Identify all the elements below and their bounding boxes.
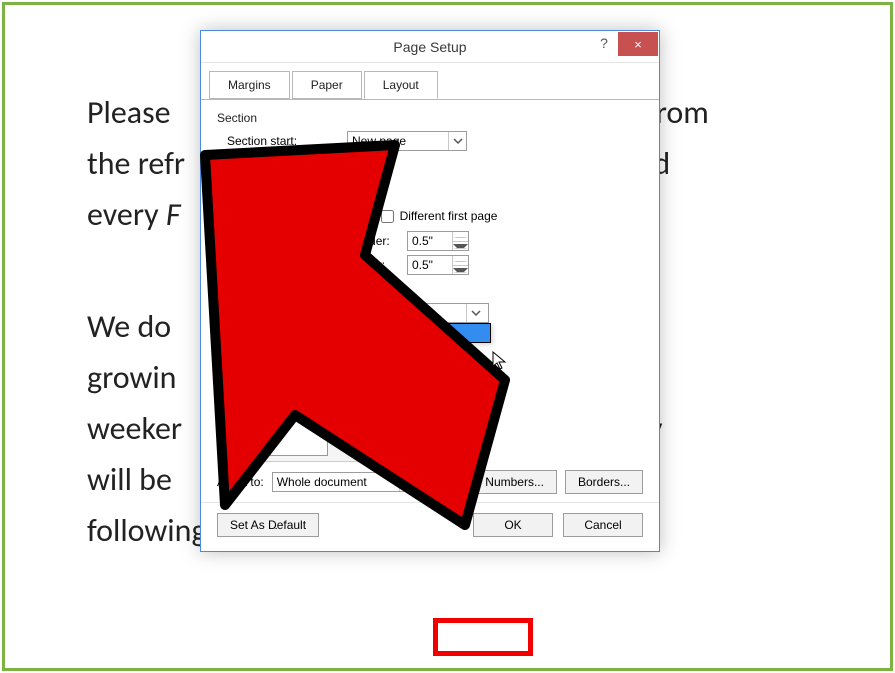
- page-group-label: Pag: [217, 285, 643, 299]
- tab-paper[interactable]: Paper: [292, 71, 362, 99]
- spinner-down-icon[interactable]: [453, 266, 468, 275]
- different-first-page-checkbox[interactable]: [381, 210, 394, 223]
- headers-footers-label: Headers and footers: [217, 187, 643, 201]
- bg-text: every: [87, 195, 166, 234]
- from-edge-label: From edge:: [217, 234, 347, 248]
- section-start-combo[interactable]: [347, 131, 467, 151]
- apply-to-label: Apply to:: [217, 475, 264, 489]
- footer-value[interactable]: [408, 256, 452, 274]
- section-start-value[interactable]: [348, 132, 448, 150]
- layout-pane: Section Section start: Suppress endnotes…: [201, 99, 659, 502]
- different-odd-even-label: Different odd and even: [246, 209, 367, 223]
- dialog-titlebar[interactable]: Page Setup ? ×: [201, 31, 659, 63]
- different-odd-even-checkbox[interactable]: [227, 210, 240, 223]
- vertical-alignment-combo[interactable]: [347, 303, 489, 323]
- header-value[interactable]: [408, 232, 452, 250]
- preview-box: [247, 377, 387, 462]
- help-button[interactable]: ?: [591, 35, 617, 57]
- chevron-down-icon[interactable]: [399, 473, 417, 491]
- close-button[interactable]: ×: [618, 32, 658, 56]
- bg-text: weeker: [87, 409, 182, 448]
- preview-label: Preview: [217, 359, 643, 373]
- bg-text: Please: [87, 93, 171, 132]
- footer-label: Footer:: [347, 258, 407, 272]
- vertical-alignment-label: Verti: [217, 306, 347, 320]
- cancel-button[interactable]: Cancel: [563, 513, 643, 537]
- spinner-up-icon[interactable]: [453, 232, 468, 242]
- bg-text: growin: [87, 358, 176, 397]
- section-group-label: Section: [217, 111, 643, 125]
- borders-button[interactable]: Borders...: [565, 470, 643, 494]
- bg-text: We do: [87, 307, 171, 346]
- apply-to-combo[interactable]: [272, 472, 422, 492]
- suppress-endnotes-checkbox: [227, 160, 240, 173]
- page-setup-dialog: Page Setup ? × Margins Paper Layout Sect…: [200, 30, 660, 552]
- dropdown-option-top[interactable]: Top: [348, 324, 490, 342]
- bg-text-italic: F: [166, 195, 181, 234]
- page-frame: Please od from the refr y and every F We…: [2, 2, 893, 671]
- set-as-default-button[interactable]: Set As Default: [217, 513, 319, 537]
- dialog-footer: Set As Default OK Cancel: [201, 502, 659, 551]
- different-first-page-label: Different first page: [400, 209, 498, 223]
- preview-page-icon: [270, 384, 328, 456]
- header-spinner[interactable]: [407, 231, 469, 251]
- spinner-up-icon[interactable]: [453, 256, 468, 266]
- line-numbers-button[interactable]: Line Numbers...: [446, 470, 557, 494]
- cursor-icon: [492, 351, 508, 371]
- spinner-down-icon[interactable]: [453, 242, 468, 251]
- chevron-down-icon[interactable]: [466, 304, 484, 322]
- tab-strip: Margins Paper Layout: [201, 63, 659, 100]
- footer-spinner[interactable]: [407, 255, 469, 275]
- tab-margins[interactable]: Margins: [209, 71, 290, 99]
- ok-button[interactable]: OK: [473, 513, 553, 537]
- bg-text: will be: [87, 460, 172, 499]
- section-start-label: Section start:: [217, 134, 347, 148]
- tab-layout[interactable]: Layout: [364, 71, 438, 99]
- header-label: Header:: [347, 234, 407, 248]
- close-icon: ×: [634, 37, 642, 52]
- suppress-endnotes-label: Suppress endnotes: [246, 159, 349, 173]
- apply-to-value[interactable]: [273, 473, 399, 491]
- vertical-alignment-value[interactable]: [348, 304, 466, 322]
- vertical-alignment-dropdown[interactable]: Top: [347, 323, 491, 343]
- chevron-down-icon[interactable]: [448, 132, 466, 150]
- bg-text: the refr: [87, 144, 185, 183]
